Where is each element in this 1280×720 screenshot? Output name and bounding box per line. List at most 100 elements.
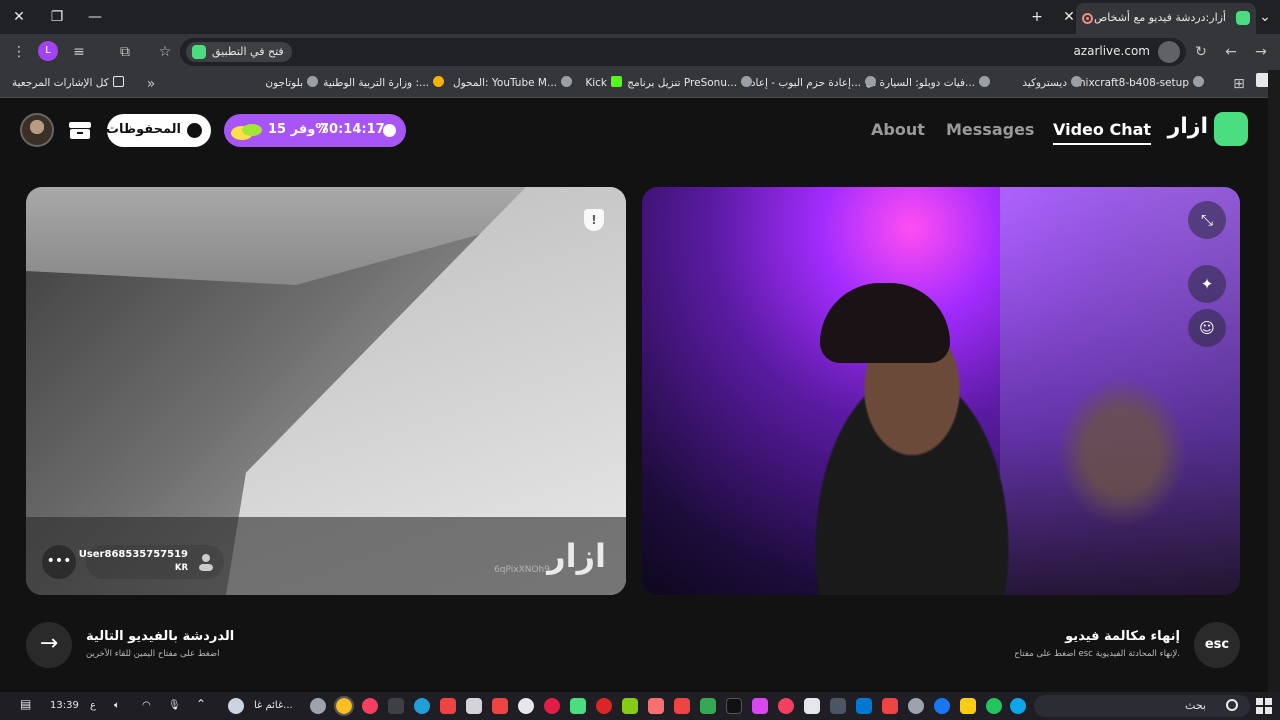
capcut-icon[interactable] (466, 698, 482, 714)
file-explorer-icon[interactable] (960, 698, 976, 714)
apps-grid-icon[interactable]: ⊞ (1228, 73, 1250, 95)
notifications-icon[interactable]: ▤ (20, 697, 31, 711)
youtube-icon[interactable] (674, 698, 690, 714)
app-icon[interactable] (518, 698, 534, 714)
profile-avatar-icon[interactable]: L (38, 41, 58, 61)
youtube-icon[interactable] (882, 698, 898, 714)
google-drive-icon[interactable] (700, 698, 716, 714)
omnibox[interactable]: فتح في التطبيق azarlive.com (180, 38, 1186, 66)
app-icon[interactable] (388, 698, 404, 714)
terminal-icon[interactable] (830, 698, 846, 714)
new-tab-icon[interactable]: + (1024, 6, 1050, 28)
extensions-icon[interactable]: ⧉ (114, 41, 136, 63)
open-in-app-button[interactable]: فتح في التطبيق (186, 42, 292, 62)
end-call-button[interactable]: esc (1194, 622, 1240, 668)
nav-messages[interactable]: Messages (946, 120, 1034, 139)
weather-text[interactable]: غائم غا... (254, 700, 293, 711)
pinterest-icon[interactable] (544, 698, 560, 714)
partner-info[interactable]: User868535757519 KR (79, 545, 224, 579)
chrome-icon[interactable] (334, 696, 354, 716)
azar-app-icon[interactable] (570, 698, 586, 714)
app-icon[interactable] (310, 698, 326, 714)
tab-close-icon[interactable]: ✕ (1056, 6, 1082, 28)
history-icon (187, 123, 202, 138)
all-bookmarks-item[interactable]: كل الإشارات المرجعية (12, 76, 124, 89)
inbox-icon[interactable] (64, 114, 96, 146)
clock-time[interactable]: 13:39 (50, 700, 79, 711)
settings-icon[interactable] (908, 698, 924, 714)
app-icon[interactable] (778, 698, 794, 714)
search-icon (1226, 699, 1238, 711)
outlook-icon[interactable] (856, 698, 872, 714)
minimize-window-icon[interactable]: — (82, 6, 108, 28)
bookmark-item[interactable]: mixcraft8-b408-setup (1075, 76, 1204, 89)
app-icon[interactable] (648, 698, 664, 714)
partner-country: KR (174, 563, 188, 573)
youtube-icon[interactable] (440, 698, 456, 714)
camera-permission-icon[interactable] (1158, 41, 1180, 63)
tray-chevron-icon[interactable]: ⌃ (196, 697, 206, 711)
nav-video-chat[interactable]: Video Chat (1053, 120, 1152, 145)
microphone-icon[interactable]: 🎙︎ (168, 700, 181, 711)
opera-icon[interactable] (596, 698, 612, 714)
app-icon[interactable] (986, 698, 1002, 714)
more-bookmarks-icon[interactable]: » (140, 73, 162, 95)
bookmark-item[interactable]: وزارة التربية الوطنية :... (323, 76, 444, 89)
facebook-icon[interactable] (934, 698, 950, 714)
instagram-icon[interactable] (752, 698, 768, 714)
youtube-icon[interactable] (492, 698, 508, 714)
browser-tab[interactable]: أزار:دردشة فيديو مع أشخاص (1076, 3, 1256, 34)
partner-username: User868535757519 (78, 549, 188, 560)
reading-list-icon[interactable]: ≡ (68, 41, 90, 63)
wifi-icon[interactable]: ◠ (142, 700, 151, 711)
bookmark-item[interactable]: إعادة حزم البوب - إعاد... (751, 76, 876, 89)
bookmark-item[interactable]: بلوتاجون (265, 76, 318, 89)
forward-icon[interactable]: → (1250, 41, 1272, 63)
page-scrollbar[interactable] (1268, 70, 1280, 692)
tab-search-icon[interactable]: ⌄ (1252, 6, 1278, 28)
user-avatar[interactable] (20, 113, 54, 147)
end-call-title[interactable]: إنهاء مكالمة فيديو (1065, 629, 1180, 644)
azar-favicon-icon (1236, 11, 1250, 25)
promo-pill[interactable]: وفر 15% 70:14:17 (224, 114, 406, 147)
nav-about[interactable]: About (871, 120, 925, 139)
bookmark-item[interactable]: Kick (585, 76, 622, 89)
face-effect-icon[interactable]: ☺ (1188, 309, 1226, 347)
cloud-icon[interactable] (228, 698, 244, 714)
minimize-video-icon[interactable]: ⤡ (1188, 201, 1226, 239)
app-icon[interactable] (362, 698, 378, 714)
windows-start-icon[interactable] (1256, 698, 1272, 714)
telegram-icon[interactable] (414, 698, 430, 714)
close-window-icon[interactable]: ✕ (6, 6, 32, 28)
next-chat-button[interactable]: → (26, 622, 72, 668)
edge-icon[interactable] (1010, 698, 1026, 714)
magic-filter-icon[interactable]: ✦ (1188, 265, 1226, 303)
bookmark-item[interactable]: المحول: YouTube M... (453, 76, 572, 89)
next-chat-title[interactable]: الدردشة بالفيديو التالية (86, 629, 234, 644)
bookmark-item[interactable]: ديستروكيد (1022, 76, 1082, 89)
volume-icon[interactable]: 🔈︎ (114, 700, 120, 711)
azar-logo[interactable]: ازار (1168, 112, 1248, 148)
app-icon[interactable] (622, 698, 638, 714)
gems-icon (231, 124, 262, 140)
promo-timer: 70:14:17 (320, 122, 385, 137)
store-icon[interactable] (804, 698, 820, 714)
chat-bubble-icon[interactable]: ••• (42, 545, 76, 579)
remote-video: ! 6qPixXNOh9 ازار ••• User868535757519 K… (26, 187, 626, 595)
saved-label: المحفوظات (105, 122, 181, 137)
tiktok-icon[interactable] (726, 698, 742, 714)
report-shield-icon[interactable]: ! (584, 209, 604, 231)
menu-kebab-icon[interactable]: ⋮ (8, 41, 30, 63)
bookmark-item[interactable]: تنزيل برنامج PreSonu... (627, 76, 752, 89)
restore-window-icon[interactable]: ❐ (44, 6, 70, 28)
bookmark-item[interactable]: فيات دوبلو: السيارة ال... (866, 76, 990, 89)
reload-icon[interactable]: ↻ (1190, 41, 1212, 63)
bookmark-star-icon[interactable]: ☆ (154, 41, 176, 63)
brand-name: ازار (1167, 114, 1208, 139)
language-indicator[interactable]: ع (90, 700, 96, 711)
url-text[interactable]: azarlive.com (1073, 44, 1150, 58)
back-icon[interactable]: ← (1220, 41, 1242, 63)
taskbar-search[interactable]: بحث (1034, 695, 1250, 717)
saved-button[interactable]: المحفوظات (105, 114, 211, 147)
address-bar-row: ⋮ L ≡ ⧉ ☆ فتح في التطبيق azarlive.com ↻ … (0, 34, 1280, 70)
